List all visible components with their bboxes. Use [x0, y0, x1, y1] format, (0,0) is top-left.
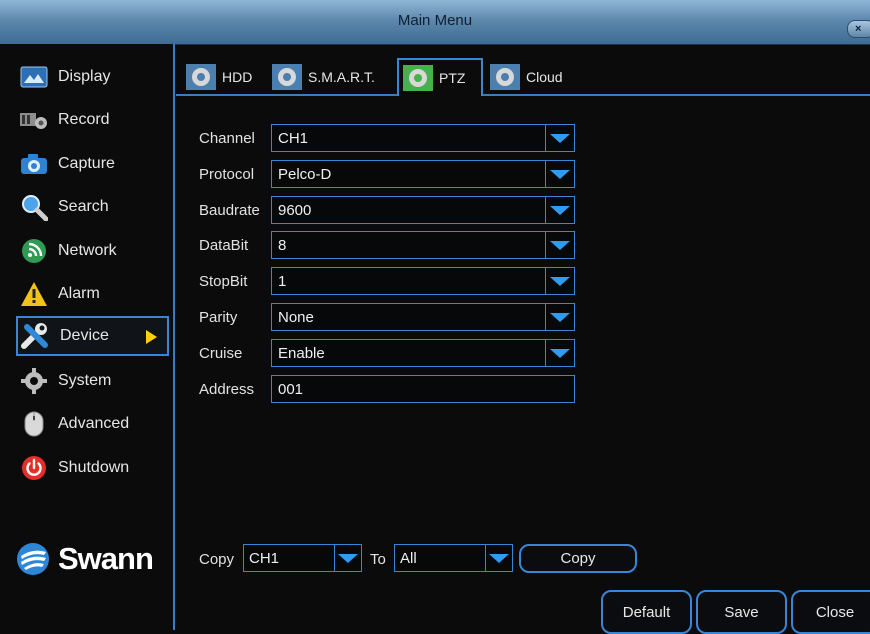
- camera-icon: [19, 149, 49, 179]
- close-window-button[interactable]: ×: [847, 20, 870, 38]
- sidebar-item-search[interactable]: Search: [16, 187, 169, 227]
- tab-label: PTZ: [439, 70, 466, 86]
- sidebar-item-label: Shutdown: [58, 459, 130, 476]
- sidebar-item-label: Display: [58, 68, 111, 85]
- sidebar-item-label: Alarm: [58, 285, 100, 302]
- sidebar-item-label: Device: [60, 327, 109, 344]
- parity-select[interactable]: None: [271, 303, 575, 331]
- tab-smart[interactable]: S.M.A.R.T.: [268, 60, 375, 94]
- tab-label: S.M.A.R.T.: [308, 69, 375, 85]
- databit-label: DataBit: [199, 237, 249, 254]
- databit-select[interactable]: 8: [271, 231, 575, 259]
- network-icon: [19, 236, 49, 266]
- stopbit-label: StopBit: [199, 273, 248, 290]
- protocol-value: Pelco-D: [278, 166, 332, 183]
- channel-label: Channel: [199, 130, 255, 147]
- sidebar-item-capture[interactable]: Capture: [16, 144, 169, 184]
- gear-icon: [19, 366, 49, 396]
- protocol-select[interactable]: Pelco-D: [271, 160, 575, 188]
- active-arrow-icon: [146, 330, 157, 344]
- sidebar-item-advanced[interactable]: Advanced: [16, 404, 169, 444]
- chevron-down-icon[interactable]: [545, 125, 574, 151]
- sidebar-item-shutdown[interactable]: Shutdown: [16, 448, 169, 488]
- hdd-tab-icon: [186, 64, 216, 90]
- chevron-down-icon[interactable]: [545, 161, 574, 187]
- title-bar: Main Menu ×: [0, 0, 870, 45]
- channel-select[interactable]: CH1: [271, 124, 575, 152]
- address-value: 001: [278, 381, 304, 398]
- cruise-label: Cruise: [199, 345, 243, 362]
- close-button[interactable]: Close: [791, 590, 870, 634]
- copy-to-label: To: [370, 551, 386, 568]
- tab-bar: HDD S.M.A.R.T. PTZ Cloud: [176, 56, 870, 96]
- sidebar-item-network[interactable]: Network: [16, 231, 169, 271]
- chevron-down-icon[interactable]: [545, 197, 574, 223]
- sidebar-item-alarm[interactable]: Alarm: [16, 274, 169, 314]
- copy-label: Copy: [199, 551, 235, 568]
- search-icon: [19, 192, 49, 222]
- window-title: Main Menu: [397, 12, 473, 29]
- chevron-down-icon[interactable]: [545, 268, 574, 294]
- sidebar-item-record[interactable]: Record: [16, 100, 169, 140]
- baudrate-label: Baudrate: [199, 202, 260, 219]
- alarm-icon: [19, 279, 49, 309]
- tab-label: Cloud: [526, 69, 563, 85]
- copy-from-value: CH1: [249, 550, 280, 567]
- brand-logo: Swann: [16, 541, 154, 577]
- stopbit-select[interactable]: 1: [271, 267, 575, 295]
- sidebar-item-label: Capture: [58, 155, 115, 172]
- ptz-tab-icon: [403, 65, 433, 91]
- sidebar-item-label: Network: [58, 242, 117, 259]
- tab-label: HDD: [222, 69, 253, 85]
- cruise-select[interactable]: Enable: [271, 339, 575, 367]
- chevron-down-icon[interactable]: [545, 340, 574, 366]
- copy-button[interactable]: Copy: [519, 544, 637, 573]
- cloud-tab-icon: [490, 64, 520, 90]
- chevron-down-icon[interactable]: [545, 232, 574, 258]
- sidebar-item-system[interactable]: System: [16, 361, 169, 401]
- brand-name: Swann: [58, 541, 154, 576]
- sidebar-item-label: Search: [58, 198, 109, 215]
- sidebar-item-label: Record: [58, 111, 110, 128]
- databit-value: 8: [278, 237, 287, 254]
- sidebar: Display Record Capture Search Network Al…: [0, 44, 175, 630]
- sidebar-item-device[interactable]: Device: [16, 316, 169, 356]
- save-button[interactable]: Save: [696, 590, 787, 634]
- address-input[interactable]: 001: [271, 375, 575, 403]
- chevron-down-icon[interactable]: [545, 304, 574, 330]
- tab-hdd[interactable]: HDD: [182, 60, 252, 94]
- tab-ptz[interactable]: PTZ: [397, 58, 483, 96]
- power-icon: [19, 453, 49, 483]
- stopbit-value: 1: [278, 273, 287, 290]
- channel-value: CH1: [278, 130, 309, 147]
- cruise-value: Enable: [278, 345, 325, 362]
- sidebar-item-display[interactable]: Display: [16, 57, 169, 97]
- copy-from-select[interactable]: CH1: [243, 544, 362, 572]
- default-button[interactable]: Default: [601, 590, 692, 634]
- record-icon: [19, 105, 49, 135]
- baudrate-value: 9600: [278, 202, 312, 219]
- parity-label: Parity: [199, 309, 238, 326]
- display-icon: [19, 62, 49, 92]
- mouse-icon: [19, 409, 49, 439]
- copy-to-value: All: [400, 550, 417, 567]
- swann-logo-icon: [17, 543, 49, 575]
- sidebar-item-label: Advanced: [58, 415, 130, 432]
- protocol-label: Protocol: [199, 166, 255, 183]
- chevron-down-icon[interactable]: [485, 545, 512, 571]
- tab-cloud[interactable]: Cloud: [486, 60, 563, 94]
- copy-to-select[interactable]: All: [394, 544, 513, 572]
- baudrate-select[interactable]: 9600: [271, 196, 575, 224]
- address-label: Address: [199, 381, 255, 398]
- chevron-down-icon[interactable]: [334, 545, 361, 571]
- parity-value: None: [278, 309, 314, 326]
- smart-tab-icon: [272, 64, 302, 90]
- device-icon: [21, 321, 51, 351]
- sidebar-item-label: System: [58, 372, 112, 389]
